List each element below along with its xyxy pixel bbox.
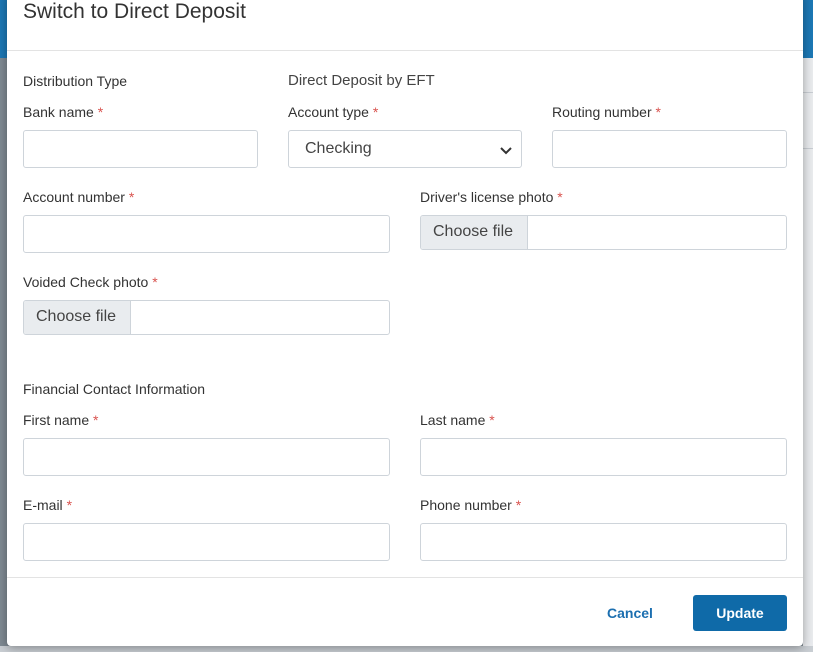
required-marker: * [152, 274, 158, 290]
first-name-label-text: First name [23, 412, 90, 428]
background-app-footer [0, 646, 813, 652]
drivers-license-choose-file-button[interactable]: Choose file [421, 216, 528, 249]
last-name-label-text: Last name [420, 412, 486, 428]
required-marker: * [93, 412, 99, 428]
bank-name-input[interactable] [23, 130, 258, 168]
account-type-select[interactable]: Checking [288, 130, 522, 168]
email-label-text: E-mail [23, 497, 63, 513]
account-number-label: Account number * [23, 189, 134, 205]
voided-check-photo-label: Voided Check photo * [23, 274, 158, 290]
required-marker: * [372, 104, 379, 120]
last-name-label: Last name * [420, 412, 495, 428]
account-number-input[interactable] [23, 215, 390, 253]
voided-check-choose-file-button[interactable]: Choose file [24, 301, 131, 334]
cancel-button[interactable]: Cancel [607, 605, 653, 621]
required-marker: * [489, 412, 495, 428]
first-name-label: First name * [23, 412, 98, 428]
modal-title: Switch to Direct Deposit [23, 0, 246, 23]
background-divider [803, 148, 813, 149]
update-button[interactable]: Update [693, 595, 787, 631]
required-marker: * [515, 497, 522, 513]
chevron-down-icon [500, 147, 512, 155]
required-marker: * [128, 189, 135, 205]
phone-number-label-text: Phone number [420, 497, 512, 513]
routing-number-label: Routing number * [552, 104, 661, 120]
modal-footer: Cancel Update [7, 577, 803, 646]
drivers-license-photo-label: Driver's license photo * [420, 189, 563, 205]
routing-number-input[interactable] [552, 130, 787, 168]
background-divider [803, 92, 813, 93]
required-marker: * [655, 104, 661, 120]
last-name-input[interactable] [420, 438, 787, 476]
account-number-label-text: Account number [23, 189, 125, 205]
required-marker: * [66, 497, 73, 513]
distribution-type-label: Distribution Type [23, 73, 128, 89]
phone-number-label: Phone number * [420, 497, 521, 513]
required-marker: * [557, 189, 563, 205]
email-label: E-mail * [23, 497, 72, 513]
direct-deposit-modal: Switch to Direct Deposit Distribution Ty… [7, 0, 803, 646]
financial-contact-section-label: Financial Contact Information [23, 381, 206, 397]
account-type-label-text: Account type [288, 104, 369, 120]
email-input[interactable] [23, 523, 390, 561]
voided-check-file-input[interactable]: Choose file [23, 300, 390, 335]
required-marker: * [97, 104, 104, 120]
distribution-type-value: Direct Deposit by EFT [288, 72, 435, 89]
drivers-license-file-input[interactable]: Choose file [420, 215, 787, 250]
account-type-label: Account type * [288, 104, 378, 120]
account-type-selected-value: Checking [305, 140, 372, 157]
modal-header: Switch to Direct Deposit [7, 0, 803, 51]
first-name-input[interactable] [23, 438, 390, 476]
voided-check-photo-label-text: Voided Check photo [23, 274, 149, 290]
bank-name-label: Bank name * [23, 104, 103, 120]
drivers-license-photo-label-text: Driver's license photo [420, 189, 554, 205]
bank-name-label-text: Bank name [23, 104, 94, 120]
phone-number-input[interactable] [420, 523, 787, 561]
routing-number-label-text: Routing number [552, 104, 652, 120]
